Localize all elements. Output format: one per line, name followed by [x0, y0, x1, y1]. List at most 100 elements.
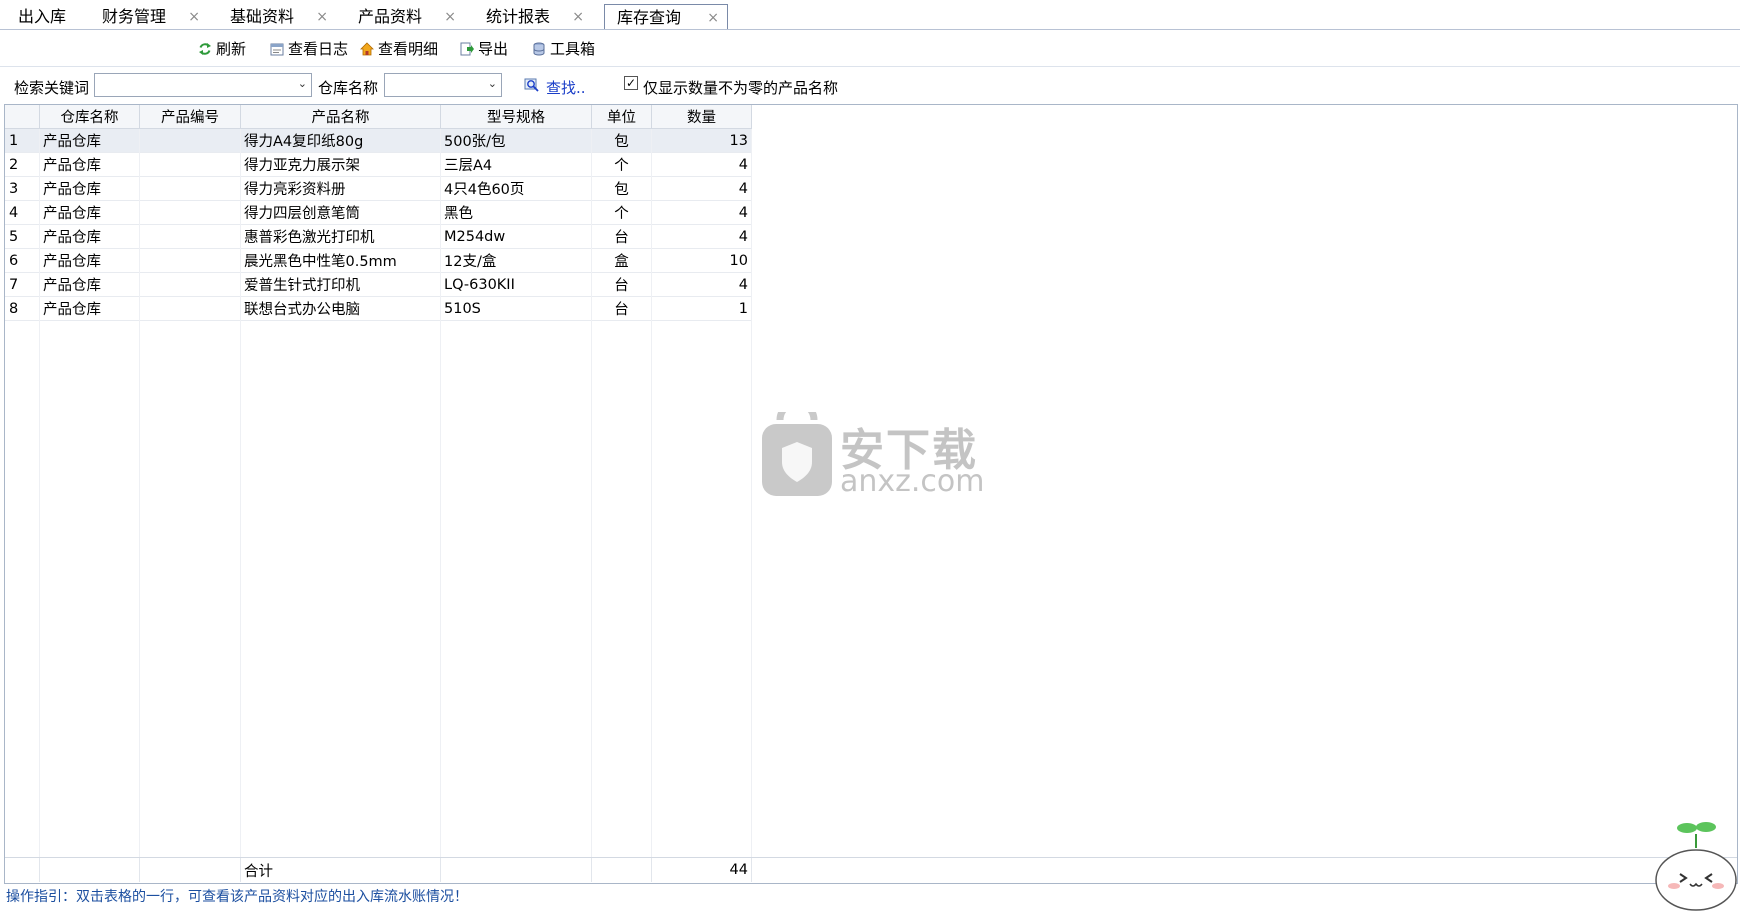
cell-warehouse: 产品仓库 [39, 176, 140, 201]
tab-basic-data[interactable]: 基础资料 × [218, 4, 336, 30]
row-number: 4 [5, 200, 40, 225]
tab-label: 统计报表 [486, 7, 551, 26]
cell-spec: 510S [440, 296, 592, 321]
column-header[interactable]: 单位 [591, 105, 652, 129]
cell-name: 联想台式办公电脑 [240, 296, 441, 321]
log-icon [270, 43, 284, 56]
footer-total-value: 44 [651, 858, 752, 882]
cell-code [139, 176, 241, 201]
view-log-button[interactable]: 查看日志 [270, 36, 348, 62]
cell-warehouse: 产品仓库 [39, 296, 140, 321]
column-header[interactable]: 产品编号 [139, 105, 241, 129]
row-number-header [5, 105, 40, 129]
cell-spec: 4只4色60页 [440, 176, 592, 201]
cell-qty: 4 [651, 200, 752, 225]
footer-cell [139, 858, 241, 882]
close-icon[interactable]: × [444, 4, 456, 30]
row-number: 3 [5, 176, 40, 201]
keyword-label: 检索关键词 [14, 79, 90, 97]
cell-qty: 4 [651, 224, 752, 249]
export-icon [460, 42, 474, 56]
column-divider [591, 129, 592, 857]
tab-label: 出入库 [18, 7, 67, 26]
nonzero-label: 仅显示数量不为零的产品名称 [643, 79, 839, 97]
row-number: 2 [5, 152, 40, 177]
tab-finance[interactable]: 财务管理 × [90, 4, 208, 30]
tab-inout[interactable]: 出入库 [6, 4, 86, 30]
keyword-combobox[interactable]: ⌄ [94, 73, 312, 97]
row-number: 1 [5, 128, 40, 153]
view-detail-button[interactable]: 查看明细 [360, 36, 438, 62]
tab-reports[interactable]: 统计报表 × [474, 4, 592, 30]
cell-unit: 盒 [591, 248, 652, 273]
cell-qty: 4 [651, 152, 752, 177]
chevron-down-icon: ⌄ [487, 77, 497, 90]
toolbox-label: 工具箱 [550, 40, 596, 58]
table-row[interactable]: 1 产品仓库 得力A4复印纸80g 500张/包 包 13 [5, 128, 752, 153]
close-icon[interactable]: × [316, 4, 328, 30]
inventory-table: 仓库名称 产品编号 产品名称 型号规格 单位 数量 1 产品仓库 得力A4复印纸… [5, 105, 752, 321]
cell-spec: 三层A4 [440, 152, 592, 177]
cell-warehouse: 产品仓库 [39, 200, 140, 225]
table-row[interactable]: 5 产品仓库 惠普彩色激光打印机 M254dw 台 4 [5, 224, 752, 249]
tab-label: 库存查询 [617, 8, 682, 27]
view-log-label: 查看日志 [288, 40, 349, 58]
tab-inventory-query[interactable]: 库存查询 × [604, 4, 728, 30]
watermark-logo: 安下载 anxz.com [760, 399, 985, 500]
cell-spec: 500张/包 [440, 128, 592, 153]
row-number: 7 [5, 272, 40, 297]
cell-code [139, 128, 241, 153]
search-row: 检索关键词 ⌄ 仓库名称 ⌄ 查找.. ✓ 仅显示数量不为零的产品名称 [0, 66, 1740, 103]
database-icon [533, 42, 545, 56]
table-row[interactable]: 2 产品仓库 得力亚克力展示架 三层A4 个 4 [5, 152, 752, 177]
export-label: 导出 [478, 40, 509, 58]
table-row[interactable]: 6 产品仓库 晨光黑色中性笔0.5mm 12支/盒 盒 10 [5, 248, 752, 273]
warehouse-label: 仓库名称 [318, 79, 379, 97]
cell-code [139, 200, 241, 225]
column-header[interactable]: 数量 [651, 105, 752, 129]
nonzero-checkbox[interactable]: ✓ [624, 76, 638, 90]
column-divider [440, 129, 441, 857]
cell-unit: 个 [591, 200, 652, 225]
cell-unit: 台 [591, 224, 652, 249]
refresh-button[interactable]: 刷新 [198, 36, 246, 62]
cell-name: 惠普彩色激光打印机 [240, 224, 441, 249]
close-icon[interactable]: × [572, 4, 584, 30]
tab-label: 基础资料 [230, 7, 295, 26]
cell-warehouse: 产品仓库 [39, 272, 140, 297]
table-row[interactable]: 8 产品仓库 联想台式办公电脑 510S 台 1 [5, 296, 752, 321]
cell-name: 得力四层创意笔筒 [240, 200, 441, 225]
table-row[interactable]: 3 产品仓库 得力亮彩资料册 4只4色60页 包 4 [5, 176, 752, 201]
row-number: 5 [5, 224, 40, 249]
footer-cell [39, 858, 140, 882]
toolbox-button[interactable]: 工具箱 [532, 36, 595, 62]
cell-code [139, 224, 241, 249]
export-button[interactable]: 导出 [460, 36, 508, 62]
cell-unit: 包 [591, 176, 652, 201]
cell-spec: 黑色 [440, 200, 592, 225]
warehouse-combobox[interactable]: ⌄ [384, 73, 502, 97]
tab-product-data[interactable]: 产品资料 × [346, 4, 464, 30]
cell-warehouse: 产品仓库 [39, 224, 140, 249]
table-row[interactable]: 4 产品仓库 得力四层创意笔筒 黑色 个 4 [5, 200, 752, 225]
cell-code [139, 152, 241, 177]
tab-label: 财务管理 [102, 7, 167, 26]
row-number: 8 [5, 296, 40, 321]
close-icon[interactable]: × [188, 4, 200, 30]
search-icon[interactable] [524, 77, 540, 93]
table-row[interactable]: 7 产品仓库 爱普生针式打印机 LQ-630KII 台 4 [5, 272, 752, 297]
close-icon[interactable]: × [707, 5, 719, 31]
cell-unit: 台 [591, 296, 652, 321]
column-divider [751, 129, 752, 857]
cell-spec: LQ-630KII [440, 272, 592, 297]
column-divider [39, 129, 40, 857]
column-header[interactable]: 型号规格 [440, 105, 592, 129]
table-header-row: 仓库名称 产品编号 产品名称 型号规格 单位 数量 [5, 105, 752, 129]
cell-unit: 包 [591, 128, 652, 153]
find-link[interactable]: 查找.. [546, 77, 586, 98]
column-header[interactable]: 仓库名称 [39, 105, 140, 129]
footer-total-label: 合计 [240, 858, 441, 882]
cell-spec: M254dw [440, 224, 592, 249]
refresh-label: 刷新 [216, 40, 247, 58]
column-header[interactable]: 产品名称 [240, 105, 441, 129]
